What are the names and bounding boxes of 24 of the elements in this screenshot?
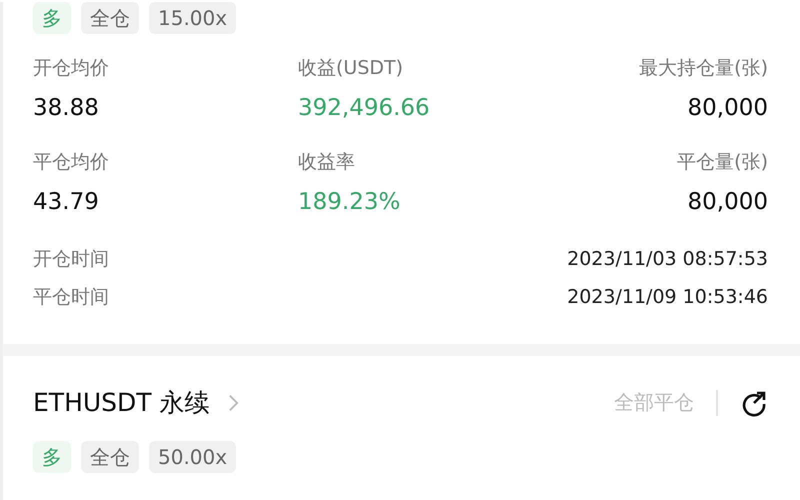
stat-value: 43.79 [33,188,100,217]
info-tag: 全仓 [81,2,139,34]
stat-label: 收益(USDT) [298,56,404,80]
stat-value: 80,000 [688,94,768,123]
stat-value: 38.88 [33,94,100,123]
stat-value: 80,000 [688,188,768,217]
time-label: 平仓时间 [33,285,109,309]
stat-label: 平仓量(张) [677,150,768,174]
stat-label: 开仓均价 [33,56,110,80]
direction-tag: 多 [33,441,71,473]
stat-label: 最大持仓量(张) [639,56,768,80]
time-value: 2023/11/09 10:53:46 [567,285,768,309]
stat-label: 收益率 [298,150,356,174]
stat-value: 189.23% [298,188,402,217]
direction-tag: 多 [33,2,71,34]
info-tag: 50.00x [149,441,236,473]
time-value: 2023/11/03 08:57:53 [567,247,768,271]
time-label: 开仓时间 [33,247,109,271]
stat-label: 平仓均价 [33,150,110,174]
symbol-title[interactable]: ETHUSDT 永续 [33,386,210,419]
stat-value: 392,496.66 [298,94,431,123]
info-tag: 15.00x [149,2,236,34]
info-tag: 全仓 [81,441,139,473]
share-icon[interactable] [740,388,768,416]
